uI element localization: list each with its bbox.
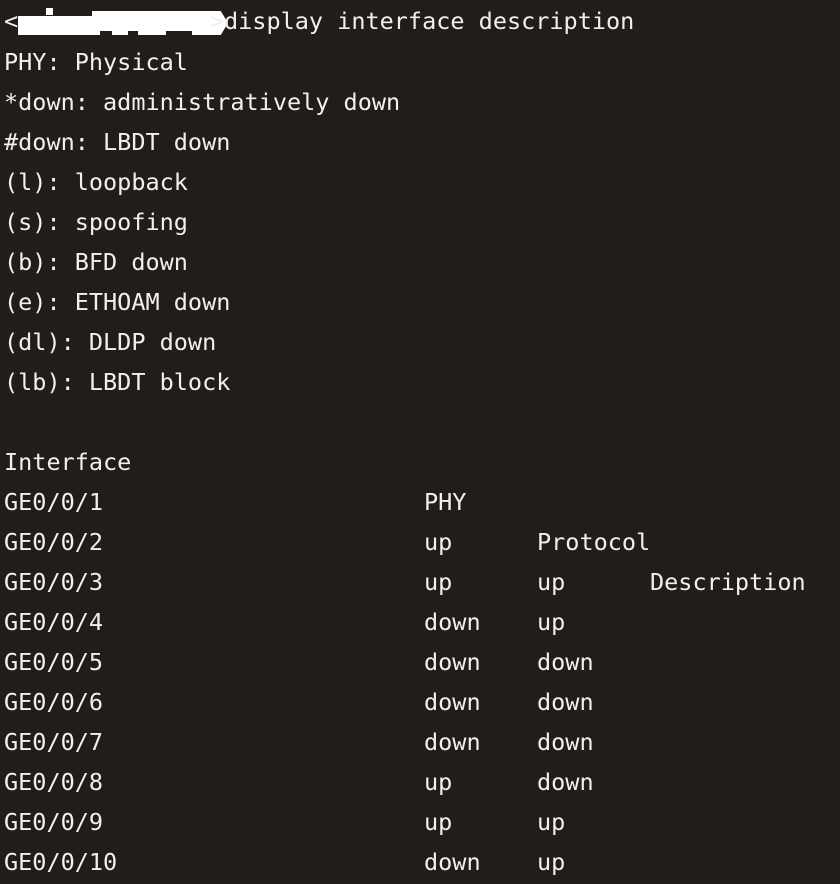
- legend-line-bfddown: (b): BFD down: [4, 248, 188, 276]
- table-row: GE0/0/5 down down: [0, 602, 840, 756]
- legend-line-lbdtdown: #down: LBDT down: [4, 128, 231, 156]
- table-row: GE0/0/11 up up: [0, 842, 840, 882]
- redaction-notch: [100, 31, 112, 37]
- table-row: GE0/0/9 down down: [0, 762, 840, 876]
- table-row: GE0/0/1 up up: [0, 442, 840, 596]
- table-row: GE0/0/3 down down: [0, 522, 840, 676]
- table-row: GE0/0/6 down down: [0, 642, 840, 796]
- table-header-row: Interface PHY Protocol Description: [0, 402, 840, 596]
- redaction-dot: [46, 8, 53, 15]
- redaction-notch: [128, 31, 138, 37]
- command-prompt-line: < > display interface description: [0, 0, 634, 42]
- prompt-bracket-close-icon: >: [210, 7, 225, 35]
- legend-line-ethoamdown: (e): ETHOAM down: [4, 288, 231, 316]
- table-row: GE0/0/10 down down: [0, 802, 840, 876]
- command-text: display interface description: [224, 7, 635, 35]
- table-row: GE0/0/7 up up: [0, 682, 840, 836]
- table-row: GE0/0/4 down down: [0, 562, 840, 716]
- legend-line-admindown: *down: administratively down: [4, 88, 401, 116]
- redaction-notch: [166, 31, 192, 37]
- legend-line-loopback: (l): loopback: [4, 168, 188, 196]
- legend-line-spoofing: (s): spoofing: [4, 208, 188, 236]
- legend-line-dldpdown: (dl): DLDP down: [4, 328, 217, 356]
- table-row: GE0/0/8 up up: [0, 722, 840, 876]
- table-row: GE0/0/2 up up: [0, 482, 840, 636]
- legend-line-phy: PHY: Physical: [4, 48, 188, 76]
- terminal-output-pane[interactable]: < > display interface description PHY: P…: [0, 0, 840, 884]
- legend-line-lbdtblock: (lb): LBDT block: [4, 368, 231, 396]
- redacted-hostname-block: [16, 8, 228, 37]
